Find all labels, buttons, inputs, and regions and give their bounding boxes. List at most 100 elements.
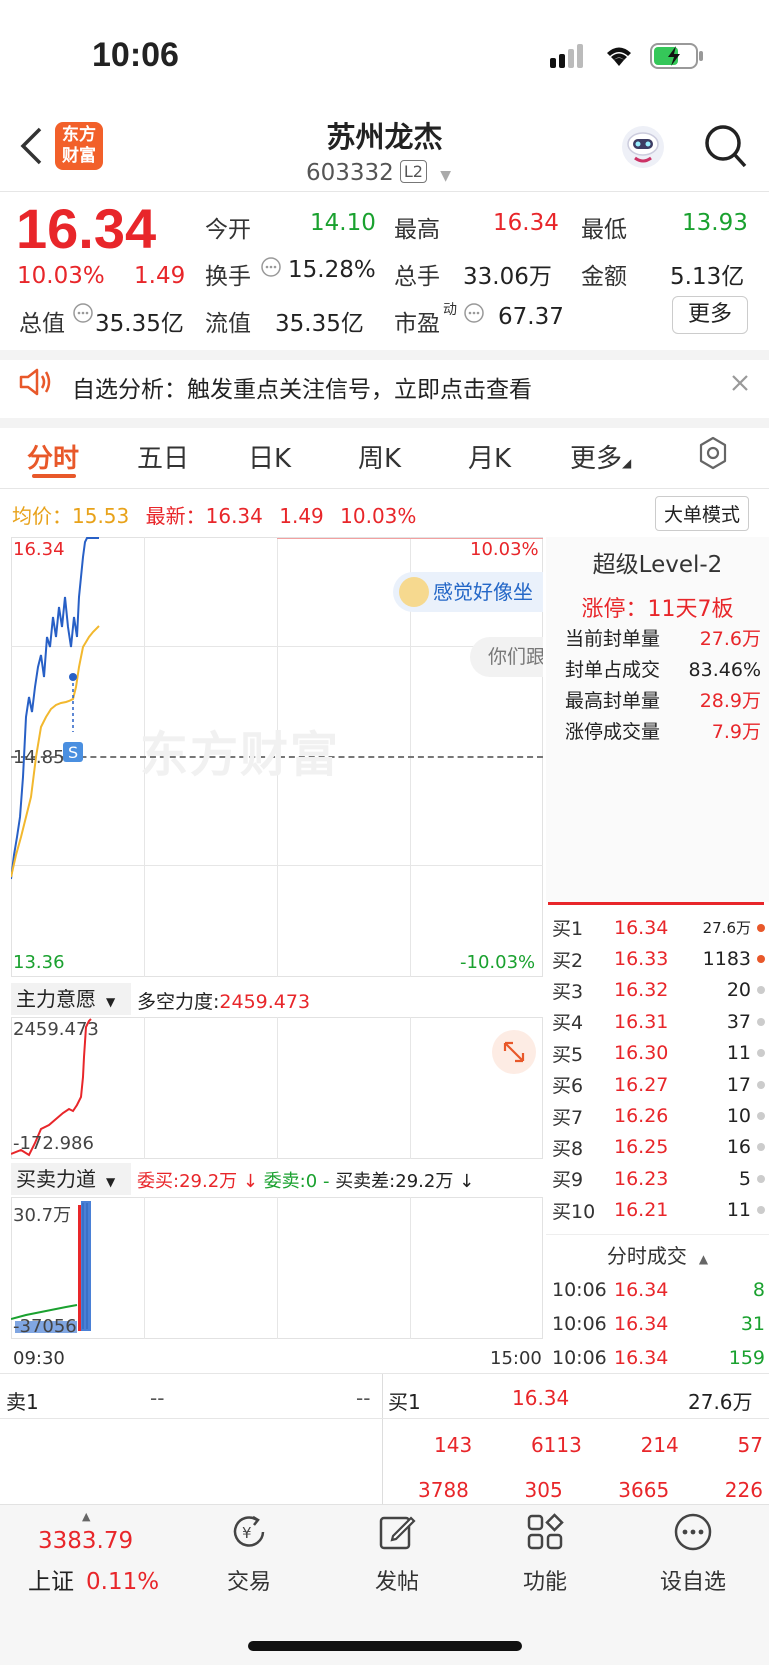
- robot-assistant-icon[interactable]: [620, 124, 666, 174]
- trade-time: 10:06: [552, 1313, 607, 1335]
- trade-row: 10:06 16.34 159: [552, 1341, 765, 1375]
- order-book-row[interactable]: 买8 16.25 16: [552, 1132, 765, 1163]
- expand-icon[interactable]: [492, 1030, 536, 1074]
- trades-list: 10:06 16.34 8 10:06 16.34 31 10:06 16.34 159: [552, 1273, 765, 1375]
- trade-volume: 8: [752, 1279, 765, 1301]
- indicator2-value-row: 委买:29.2万 ↓ 委卖:0 - 买卖差:29.2万 ↓: [137, 1167, 474, 1193]
- settings-gear-icon[interactable]: [696, 436, 730, 474]
- nav-add-watchlist[interactable]: 设自选: [638, 1512, 748, 1596]
- order-book-row[interactable]: 买7 16.26 10: [552, 1100, 765, 1131]
- avatar: [399, 577, 429, 607]
- stat-value: 28.9万: [699, 690, 761, 712]
- order-book-row[interactable]: 买1 16.34 27.6万: [552, 912, 765, 943]
- order-book-row[interactable]: 买10 16.21 11: [552, 1195, 765, 1226]
- indicator2-name: 买卖力道: [16, 1167, 96, 1191]
- order-book-row[interactable]: 买3 16.32 20: [552, 975, 765, 1006]
- bid-level-label: 买8: [552, 1137, 584, 1160]
- more-button[interactable]: 更多: [672, 296, 748, 334]
- turnover-value: 15.28%: [288, 257, 376, 283]
- info-icon[interactable]: [260, 256, 282, 282]
- tab-monthly-k[interactable]: 月K: [468, 438, 511, 475]
- bid-level-label: 买9: [552, 1169, 584, 1192]
- info-icon[interactable]: [463, 302, 485, 328]
- order-book-row[interactable]: 买2 16.33 1183: [552, 943, 765, 974]
- sell-label: 委卖:: [263, 1171, 306, 1192]
- change-pct: 10.03%: [17, 263, 105, 289]
- buy1-vol: 27.6万: [688, 1390, 753, 1414]
- trade-time: 10:06: [552, 1347, 607, 1369]
- index-pct: 0.11%: [86, 1569, 160, 1595]
- stock-code-row[interactable]: 603332 L2 ▼: [306, 160, 451, 186]
- change-dot-icon: [757, 923, 765, 932]
- y-top-label: 16.34: [13, 539, 65, 560]
- stat-value: 83.46%: [688, 659, 761, 681]
- cellular-signal-icon: [550, 44, 588, 74]
- queue-cell: 143: [434, 1433, 473, 1457]
- trades-title[interactable]: 分时成交 ▲: [546, 1240, 769, 1270]
- indicator1-name: 主力意愿: [16, 987, 96, 1011]
- tab-intraday[interactable]: 分时: [27, 438, 79, 475]
- close-icon[interactable]: [730, 373, 750, 397]
- trade-price: 16.34: [614, 1347, 669, 1369]
- bid-price: 16.32: [614, 979, 669, 1002]
- y-bottom-label: 13.36: [13, 952, 65, 973]
- down-arrow-icon: ↓: [237, 1171, 264, 1192]
- tab-more[interactable]: 更多◢: [570, 438, 631, 475]
- queue-cell: 57: [737, 1433, 763, 1457]
- order-book-row[interactable]: 买9 16.23 5: [552, 1163, 765, 1194]
- index-name: 上证: [28, 1569, 74, 1595]
- svg-text:¥: ¥: [242, 1524, 252, 1542]
- bid-volume: 10: [726, 1105, 751, 1128]
- trades-title-label: 分时成交: [606, 1244, 687, 1268]
- bid-volume: 5: [738, 1167, 751, 1190]
- big-order-mode-button[interactable]: 大单模式: [655, 496, 750, 531]
- order-book-row[interactable]: 买5 16.30 11: [552, 1038, 765, 1069]
- comment-bubble-2[interactable]: 你们跟: [470, 637, 543, 677]
- stat-label: 封单占成交: [565, 659, 661, 681]
- stat-row: 封单占成交 83.46%: [565, 655, 761, 686]
- comment-bubble[interactable]: 感觉好像坐: [393, 572, 543, 612]
- open-value: 14.10: [310, 210, 376, 236]
- index-value[interactable]: 3383.79: [38, 1528, 133, 1554]
- nav-trade[interactable]: ¥ 交易: [194, 1512, 304, 1596]
- tab-five-day[interactable]: 五日: [137, 438, 189, 475]
- nav-trade-label: 交易: [226, 1570, 271, 1595]
- down-arrow-icon: ↓: [453, 1171, 475, 1192]
- stat-row: 当前封单量 27.6万: [565, 624, 761, 655]
- nav-function[interactable]: 功能: [490, 1512, 600, 1596]
- order-book-row[interactable]: 买4 16.31 37: [552, 1006, 765, 1037]
- volume-label: 总手: [394, 264, 440, 290]
- diff-value: 29.2万: [395, 1171, 454, 1192]
- x-end-label: 15:00: [490, 1348, 542, 1369]
- nav-post[interactable]: 发帖: [342, 1512, 452, 1596]
- turnover-label: 换手: [205, 264, 251, 290]
- queue-cell: 305: [524, 1478, 563, 1502]
- indicator2-select[interactable]: 买卖力道 ▼: [11, 1163, 131, 1195]
- caret-up-icon: ▲: [698, 1252, 709, 1266]
- grid-icon: [527, 1513, 564, 1550]
- change-dot-icon: [757, 1112, 765, 1121]
- indicator1-select[interactable]: 主力意愿 ▼: [11, 983, 131, 1015]
- info-icon[interactable]: [72, 302, 94, 328]
- notice-text[interactable]: 自选分析：触发重点关注信号，立即点击查看: [72, 370, 532, 404]
- tab-daily-k[interactable]: 日K: [248, 438, 291, 475]
- search-icon[interactable]: [704, 124, 748, 174]
- index-row[interactable]: 上证 0.11%: [28, 1562, 159, 1596]
- trade-price: 16.34: [614, 1313, 669, 1335]
- stat-value: 27.6万: [699, 628, 761, 650]
- sell-marker: S: [68, 743, 78, 762]
- order-book-row[interactable]: 买6 16.27 17: [552, 1069, 765, 1100]
- indicator2-y-bottom: -37056: [13, 1316, 77, 1337]
- buy1-label: 买1: [388, 1390, 421, 1414]
- nav-function-label: 功能: [522, 1570, 567, 1595]
- tab-weekly-k[interactable]: 周K: [358, 438, 401, 475]
- bid-volume: 1183: [702, 948, 751, 971]
- order-book[interactable]: 买1 16.34 27.6万 买2 16.33 1183 买3 16.32 20 买4 16.31 3…: [552, 912, 765, 1234]
- high-value: 16.34: [493, 210, 559, 236]
- indicator2-bars: [11, 1201, 91, 1333]
- bid-level-label: 买10: [552, 1200, 596, 1223]
- caret-icon: ◢: [622, 456, 632, 470]
- dropdown-arrow-icon: ▼: [106, 1175, 116, 1189]
- mktcap-label: 总值: [19, 311, 65, 337]
- queue-row-1: 143 6113 214 57: [388, 1433, 763, 1457]
